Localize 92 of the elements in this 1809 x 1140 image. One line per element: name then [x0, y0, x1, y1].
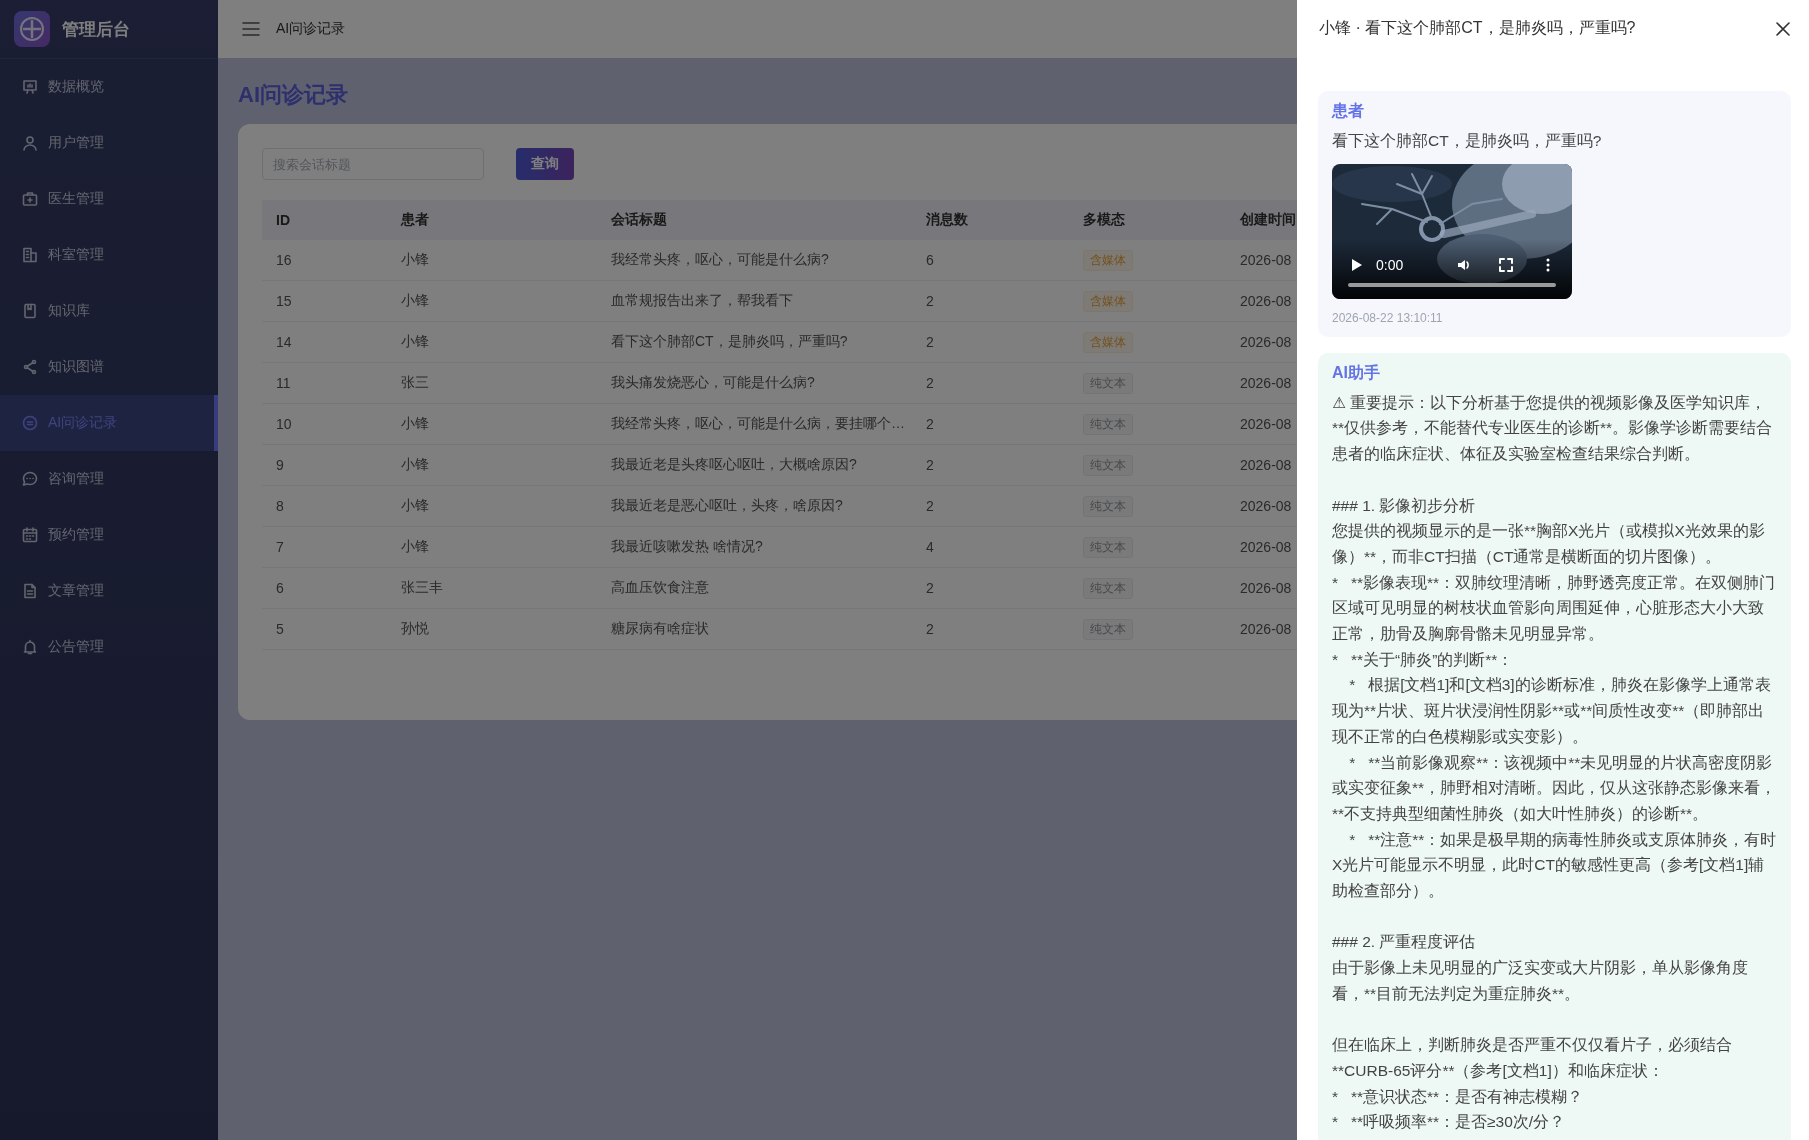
table-cell: 小锋 [387, 403, 597, 445]
table-cell: 2 [912, 280, 1069, 322]
column-header: 多模态 [1069, 200, 1226, 240]
table-cell: 我经常头疼，呕心，可能是什么病，要挂哪个… [597, 403, 912, 445]
query-button[interactable]: 查询 [516, 148, 574, 180]
nav-item[interactable]: 公告管理 [0, 619, 218, 675]
mode-tag: 含媒体 [1083, 331, 1133, 353]
nav-item[interactable]: 数据概览 [0, 59, 218, 115]
table-cell: 2 [912, 403, 1069, 445]
table-cell: 6 [912, 240, 1069, 281]
table-cell: 9 [262, 444, 387, 486]
table-cell: 14 [262, 321, 387, 363]
message-paragraph: 但在临床上，判断肺炎是否严重不仅仅看片子，必须结合**CURB-65评分**（参考[文档1]）和临床症状： [1332, 1035, 1733, 1081]
nav-item[interactable]: 咨询管理 [0, 451, 218, 507]
table-cell: 小锋 [387, 280, 597, 322]
table-cell: 张三丰 [387, 567, 597, 609]
fullscreen-icon[interactable] [1498, 256, 1514, 273]
message-paragraph: * **关于“肺炎”的判断**： [1332, 649, 1515, 670]
nav-item[interactable]: 预约管理 [0, 507, 218, 563]
table-cell: 小锋 [387, 526, 597, 568]
table-cell: 2 [912, 321, 1069, 363]
chat-icon [22, 415, 38, 431]
drawer-title: 小锋 · 看下这个肺部CT，是肺炎吗，严重吗? [1319, 18, 1636, 38]
column-header: ID [262, 200, 387, 240]
share-icon [22, 359, 38, 375]
table-cell: 高血压饮食注意 [597, 567, 912, 609]
table-cell: 5 [262, 608, 387, 650]
column-header: 会话标题 [597, 200, 912, 240]
video-player[interactable]: 0:00 [1332, 163, 1572, 299]
table-cell: 11 [262, 362, 387, 404]
table-cell: 我最近老是头疼呕心呕吐，大概啥原因? [597, 444, 912, 486]
table-cell: 2 [912, 444, 1069, 486]
mode-tag: 含媒体 [1083, 290, 1133, 312]
table-cell: 8 [262, 485, 387, 527]
table-cell: 我经常头疼，呕心，可能是什么病? [597, 240, 912, 281]
message-role: 患者 [1332, 101, 1365, 121]
building-icon [22, 247, 38, 263]
logo-icon [14, 11, 50, 47]
presentation-icon [22, 79, 38, 95]
table-cell: 小锋 [387, 240, 597, 281]
message-text: 看下这个肺部CT，是肺炎吗，严重吗? [1332, 131, 1603, 151]
table-cell: 我最近老是恶心呕吐，头疼，啥原因? [597, 485, 912, 527]
book-icon [22, 303, 38, 319]
nav-item[interactable]: 用户管理 [0, 115, 218, 171]
app-title: 管理后台 [62, 18, 130, 41]
medical-kit-icon [22, 191, 38, 207]
menu-icon[interactable] [242, 21, 260, 37]
column-header: 消息数 [912, 200, 1069, 240]
table-cell: 我最近咳嗽发热 啥情况? [597, 526, 912, 568]
breadcrumb[interactable]: AI问诊记录 [276, 20, 346, 38]
table-cell: 糖尿病有啥症状 [597, 608, 912, 650]
table-cell: 16 [262, 240, 387, 281]
table-cell: 2 [912, 485, 1069, 527]
nav-item[interactable]: 知识库 [0, 283, 218, 339]
nav-item[interactable]: 医生管理 [0, 171, 218, 227]
message-paragraph: ### 1. 影像初步分析 [1332, 495, 1477, 516]
mode-tag: 含媒体 [1083, 249, 1133, 271]
progress-track[interactable] [1348, 282, 1556, 287]
message-paragraph: * **注意**：如果是极早期的病毒性肺炎或支原体肺炎，有时X光片可能显示不明显，此时CT的敏感性更高（参考[文档1]辅助检查部分）。 [1332, 829, 1777, 902]
document-icon [22, 583, 38, 599]
message-paragraph: ### 2. 严重程度评估 [1332, 932, 1477, 953]
table-cell: 小锋 [387, 485, 597, 527]
calendar-icon [22, 527, 38, 543]
column-header: 患者 [387, 200, 597, 240]
table-cell: 6 [262, 567, 387, 609]
message-paragraph: * 根据[文档1]和[文档3]的诊断标准，肺炎在影像学上通常表现为**片状、斑片状浸润性阴影**或**间质性改变**（即肺部出现不正常的白色模糊影或实变影）。 [1332, 675, 1772, 747]
message-paragraph: * **呼吸频率**：是否≥30次/分？ [1332, 1112, 1567, 1133]
comment-icon [22, 471, 38, 487]
table-cell: 看下这个肺部CT，是肺炎吗，严重吗? [597, 321, 912, 363]
message-role: AI助手 [1332, 362, 1381, 383]
nav-item[interactable]: 科室管理 [0, 227, 218, 283]
nav-item[interactable]: 文章管理 [0, 563, 218, 619]
message-paragraph: * **当前影像观察**：该视频中**未见明显的片状高密度阴影或实变征象**，肺野相对清晰。因此，仅从这张静态影像来看，**不支持典型细菌性肺炎（如大叶性肺炎）的诊断**。 [1332, 752, 1777, 824]
table-cell: 血常规报告出来了，帮我看下 [597, 280, 912, 322]
nav-item[interactable]: 知识图谱 [0, 339, 218, 395]
message-paragraph: * **意识状态**：是否有神志模糊？ [1332, 1086, 1585, 1107]
user-icon [22, 135, 38, 151]
table-cell: 孙悦 [387, 608, 597, 650]
table-cell: 7 [262, 526, 387, 568]
table-cell: 张三 [387, 362, 597, 404]
table-cell: 10 [262, 403, 387, 445]
bell-icon [22, 639, 38, 655]
table-cell: 2 [912, 608, 1069, 650]
table-cell: 4 [912, 526, 1069, 568]
table-cell: 我头痛发烧恶心，可能是什么病? [597, 362, 912, 404]
table-cell: 15 [262, 280, 387, 322]
message-paragraph: 由于影像上未见明显的广泛实变或大片阴影，单从影像角度看，**目前无法判定为重症肺炎**。 [1332, 958, 1749, 1004]
video-time: 0:00 [1376, 256, 1404, 273]
table-cell: 2 [912, 362, 1069, 404]
table-cell: 小锋 [387, 321, 597, 363]
table-cell: 2 [912, 567, 1069, 609]
table-cell: 小锋 [387, 444, 597, 486]
